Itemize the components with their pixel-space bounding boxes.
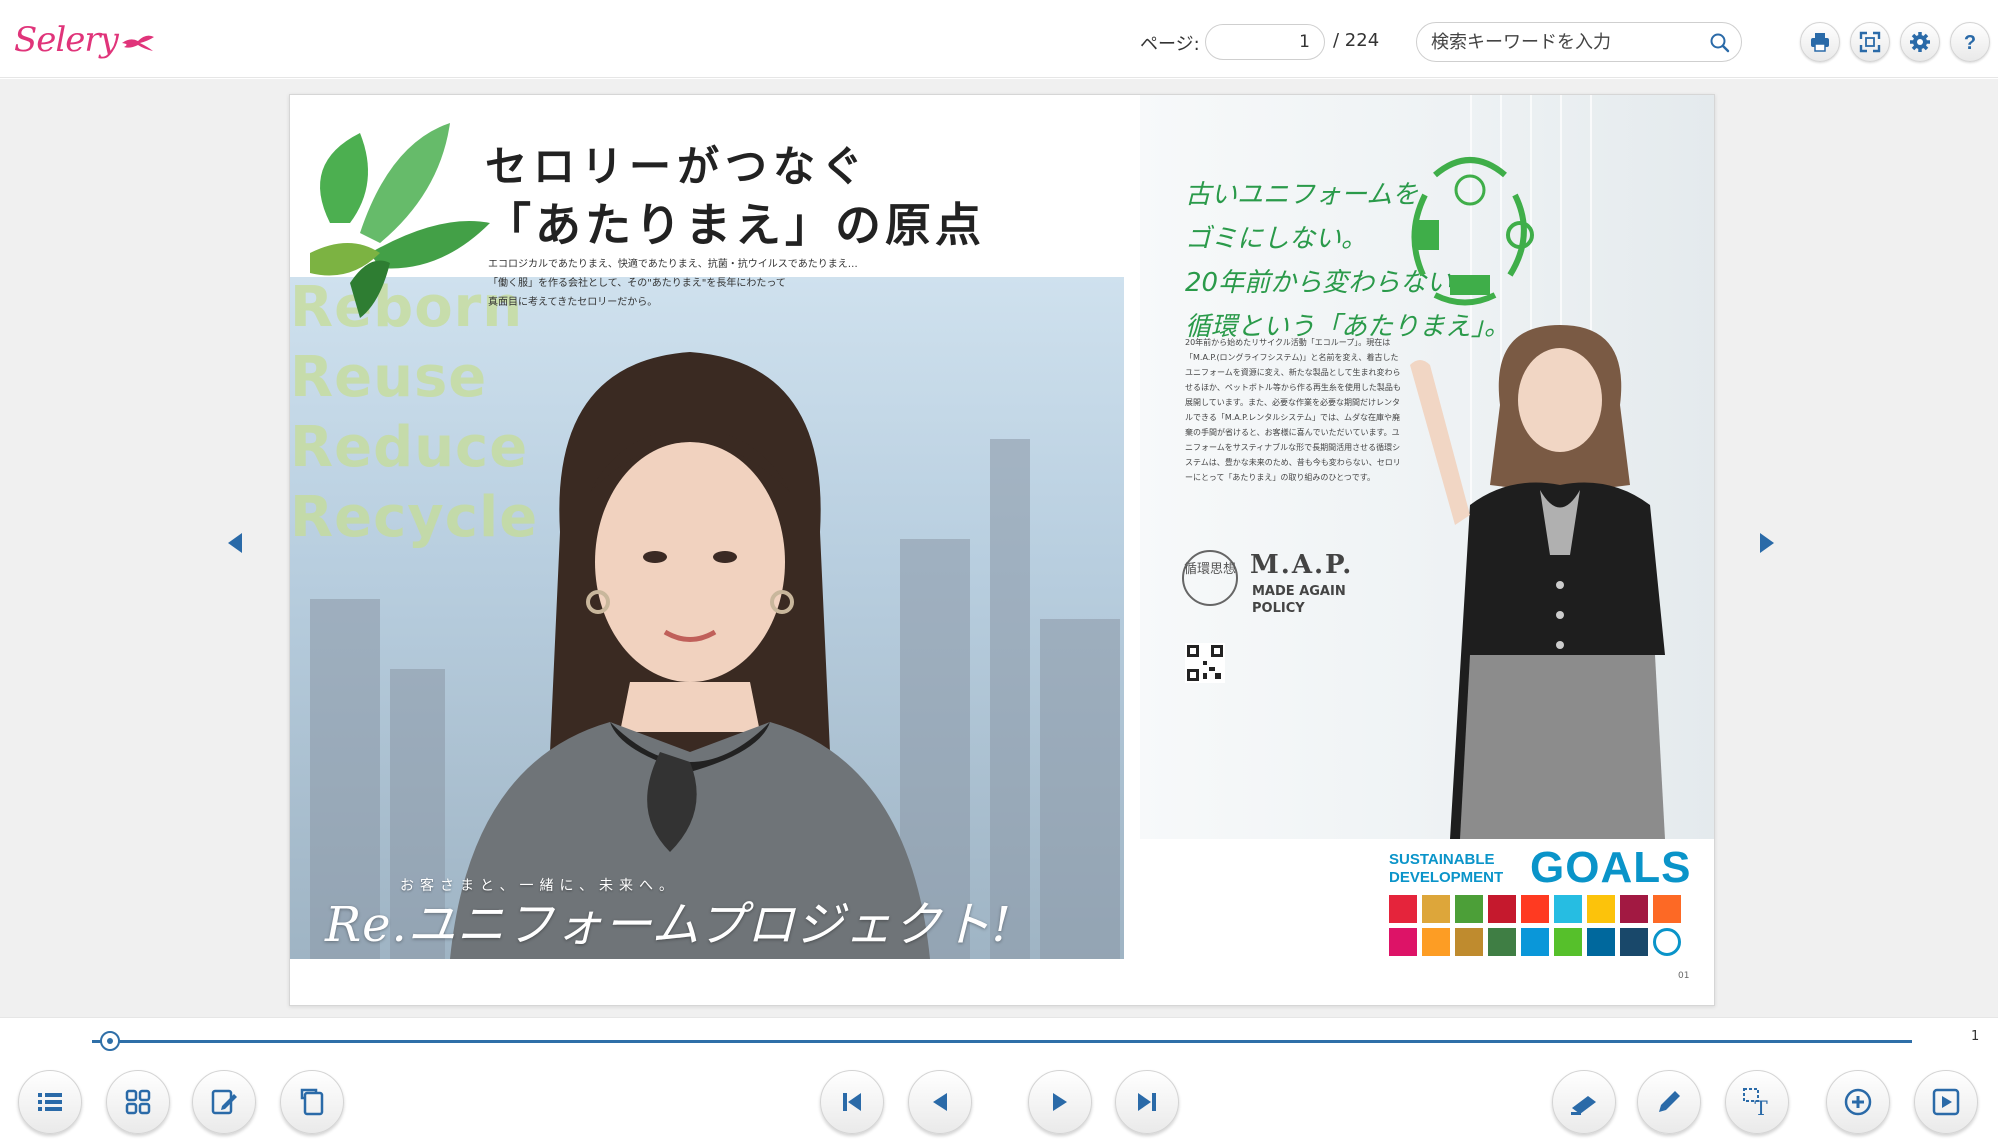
page-number: 01	[1678, 971, 1690, 981]
note-edit-icon	[211, 1089, 237, 1115]
list-icon	[38, 1093, 62, 1111]
project-tagline: Re.ユニフォームプロジェクト!	[325, 897, 1012, 953]
sdg-goal-icon	[1521, 928, 1549, 956]
page-title-line2: 「あたりまえ」の原点	[485, 198, 985, 252]
search-input[interactable]	[1431, 23, 1701, 61]
page-subtitle: エコロジカルであたりまえ、快適であたりまえ、抗菌・抗ウイルスであたりまえ… 「働…	[488, 259, 858, 308]
next-page-button[interactable]	[1028, 1070, 1092, 1134]
body-text: 20年前から始めたリサイクル活動「エコループ」。現在は「M.A.P.(ロングライ…	[1185, 338, 1401, 482]
gear-icon	[1910, 32, 1930, 52]
selery-logo[interactable]: Selery	[14, 18, 156, 62]
top-toolbar: Selery ページ: 1 / 224 検索キーワードを入力 ?	[0, 0, 1998, 78]
celery-leaf-illustration	[310, 123, 490, 318]
sdg-goal-icon	[1587, 895, 1615, 923]
logo-text: Selery	[14, 20, 119, 60]
page-copy-button[interactable]	[280, 1070, 344, 1134]
svg-text:T: T	[1754, 1096, 1768, 1118]
pencil-icon	[1659, 1091, 1680, 1112]
sdg-goal-icon	[1554, 928, 1582, 956]
sdg-goal-icon	[1653, 895, 1681, 923]
pen-button[interactable]	[1637, 1070, 1701, 1134]
page-label: ページ:	[1140, 34, 1200, 55]
print-button[interactable]	[1800, 22, 1840, 62]
sdg-goal-icon	[1521, 895, 1549, 923]
book-spread: Reborn Reuse Reduce Recycle セロリーがつなぐ 「あた…	[289, 94, 1715, 1006]
sdg-goal-icon	[1422, 895, 1450, 923]
page-number-input[interactable]: 1	[1205, 24, 1325, 60]
sdg-icon-grid	[1389, 895, 1687, 956]
text-select-icon: T	[1743, 1088, 1768, 1118]
sdg-goal-icon	[1554, 895, 1582, 923]
settings-button[interactable]	[1900, 22, 1940, 62]
page-title-line1: セロリーがつなぐ	[485, 142, 870, 191]
map-circle-badge: 循環思想	[1182, 550, 1238, 606]
sdg-goal-icon	[1587, 928, 1615, 956]
slider-page-label: 1	[1971, 1029, 1980, 1044]
model-photo-right	[1410, 325, 1665, 839]
search-box	[1416, 22, 1742, 62]
triangle-right-icon	[1760, 533, 1774, 553]
sdg-goal-icon	[1422, 928, 1450, 956]
sdg-goal-icon	[1488, 895, 1516, 923]
logo-flower-icon	[121, 35, 154, 51]
rr-word: Recycle	[290, 485, 539, 550]
marker-button[interactable]	[1552, 1070, 1616, 1134]
page-slider-track[interactable]	[92, 1040, 1912, 1043]
search-icon[interactable]	[1709, 32, 1731, 54]
help-button[interactable]: ?	[1950, 22, 1990, 62]
triangle-left-icon	[228, 533, 242, 553]
sdg-goal-icon	[1488, 928, 1516, 956]
previous-page-arrow[interactable]	[222, 529, 250, 557]
text-select-button[interactable]: T	[1725, 1070, 1789, 1134]
sdg-goal-icon	[1455, 895, 1483, 923]
sdg-goal-icon	[1389, 895, 1417, 923]
sdg-title-small: SUSTAINABLE DEVELOPMENT	[1389, 851, 1504, 886]
qr-code-icon	[1185, 643, 1225, 683]
first-page-button[interactable]	[820, 1070, 884, 1134]
bottom-toolbar: 1 T	[0, 1017, 1998, 1144]
grid-icon	[125, 1089, 151, 1115]
rr-word: Reduce	[290, 415, 529, 480]
sdg-goal-icon	[1389, 928, 1417, 956]
next-page-arrow[interactable]	[1752, 529, 1780, 557]
pages-icon	[300, 1088, 324, 1116]
last-page-button[interactable]	[1115, 1070, 1179, 1134]
play-right-icon	[1053, 1093, 1067, 1111]
right-page-photo: 古いユニフォームを ゴミにしない。 20年前から変わらない、 循環という「あたり…	[1140, 95, 1714, 839]
sdg-goal-icon	[1620, 928, 1648, 956]
slideshow-button[interactable]	[1914, 1070, 1978, 1134]
play-box-icon	[1932, 1088, 1960, 1116]
play-left-icon	[933, 1093, 947, 1111]
print-icon	[1811, 33, 1829, 52]
recycle-cycle-diagram	[1411, 157, 1534, 306]
marker-icon	[1571, 1096, 1596, 1115]
table-of-contents-button[interactable]	[18, 1070, 82, 1134]
svg-text:?: ?	[1964, 32, 1976, 54]
thumbnail-grid-button[interactable]	[106, 1070, 170, 1134]
fullscreen-button[interactable]	[1850, 22, 1890, 62]
zoom-in-button[interactable]	[1826, 1070, 1890, 1134]
sdg-goal-icon	[1653, 928, 1681, 956]
map-subtitle: MADE AGAIN POLICY	[1252, 584, 1346, 616]
skip-end-icon	[1138, 1093, 1156, 1111]
help-icon: ?	[1964, 32, 1976, 54]
plus-circle-icon	[1844, 1088, 1872, 1116]
sdg-goal-icon	[1620, 895, 1648, 923]
sdg-goal-icon	[1455, 928, 1483, 956]
page-total: / 224	[1333, 30, 1380, 51]
map-title: M.A.P.	[1250, 550, 1354, 580]
sdg-title-big: GOALS	[1530, 843, 1692, 892]
rr-word: Reuse	[290, 345, 488, 410]
previous-page-button[interactable]	[908, 1070, 972, 1134]
page-slider-handle[interactable]	[100, 1031, 120, 1051]
skip-start-icon	[843, 1093, 861, 1111]
memo-button[interactable]	[192, 1070, 256, 1134]
fullscreen-icon	[1859, 31, 1881, 53]
